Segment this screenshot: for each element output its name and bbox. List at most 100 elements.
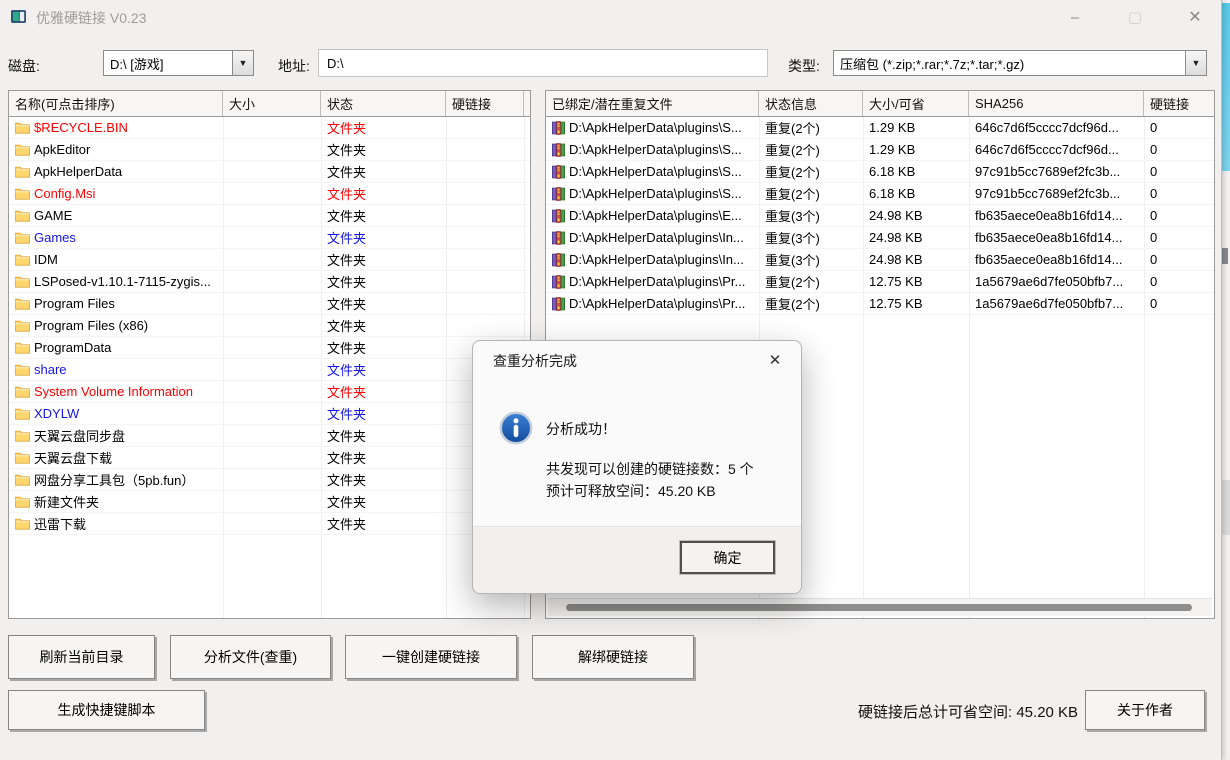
file-row[interactable]: 新建文件夹 文件夹 [9, 491, 530, 513]
generate-script-button[interactable]: 生成快捷键脚本 [8, 690, 205, 730]
file-name: 天翼云盘下载 [34, 448, 112, 467]
create-hardlinks-button[interactable]: 一键创建硬链接 [345, 635, 517, 679]
folder-icon [15, 143, 30, 156]
column-header-name[interactable]: 名称(可点击排序) [9, 91, 223, 116]
file-row[interactable]: GAME 文件夹 [9, 205, 530, 227]
file-list-header: 名称(可点击排序) 大小 状态 硬链接 [9, 91, 530, 117]
disk-select[interactable]: D:\ [游戏] ▼ [103, 50, 254, 76]
address-input[interactable]: D:\ [318, 49, 768, 77]
file-row[interactable]: 网盘分享工具包（5pb.fun） 文件夹 [9, 469, 530, 491]
dialog-close-icon[interactable]: ✕ [763, 348, 787, 372]
archive-icon [552, 275, 565, 289]
column-header-size[interactable]: 大小 [223, 91, 321, 116]
duplicate-row[interactable]: D:\ApkHelperData\plugins\Pr... 重复(2个) 12… [546, 293, 1214, 315]
folder-icon [15, 297, 30, 310]
column-header-status-info[interactable]: 状态信息 [759, 91, 863, 116]
file-row[interactable]: Games 文件夹 [9, 227, 530, 249]
file-status: 文件夹 [321, 382, 446, 401]
duplicate-path: D:\ApkHelperData\plugins\In... [569, 230, 744, 245]
column-header-size-savable[interactable]: 大小/可省 [863, 91, 969, 116]
analyze-files-button[interactable]: 分析文件(查重) [170, 635, 331, 679]
duplicate-row[interactable]: D:\ApkHelperData\plugins\S... 重复(2个) 6.1… [546, 183, 1214, 205]
file-row[interactable]: 天翼云盘下载 文件夹 [9, 447, 530, 469]
file-row[interactable]: 迅雷下载 文件夹 [9, 513, 530, 535]
duplicate-sha256: 97c91b5cc7689ef2fc3b... [969, 186, 1144, 201]
dialog-ok-button[interactable]: 确定 [680, 541, 775, 574]
type-select[interactable]: 压缩包 (*.zip;*.rar;*.7z;*.tar;*.gz) ▼ [833, 50, 1207, 76]
duplicate-row[interactable]: D:\ApkHelperData\plugins\Pr... 重复(2个) 12… [546, 271, 1214, 293]
savable-space-summary: 硬链接后总计可省空间: 45.20 KB [858, 701, 1078, 722]
duplicate-row[interactable]: D:\ApkHelperData\plugins\In... 重复(3个) 24… [546, 249, 1214, 271]
column-header-path[interactable]: 已绑定/潜在重复文件 [546, 91, 759, 116]
file-row[interactable]: Config.Msi 文件夹 [9, 183, 530, 205]
file-row[interactable]: 天翼云盘同步盘 文件夹 [9, 425, 530, 447]
duplicate-row[interactable]: D:\ApkHelperData\plugins\S... 重复(2个) 6.1… [546, 161, 1214, 183]
duplicate-row[interactable]: D:\ApkHelperData\plugins\In... 重复(3个) 24… [546, 227, 1214, 249]
column-header-status[interactable]: 状态 [321, 91, 446, 116]
maximize-button[interactable]: ▢ [1118, 4, 1152, 30]
duplicate-sha256: 646c7d6f5cccc7dcf96d... [969, 120, 1144, 135]
file-row[interactable]: share 文件夹 [9, 359, 530, 381]
duplicate-status: 重复(3个) [759, 250, 863, 269]
duplicate-sha256: 1a5679ae6d7fe050bfb7... [969, 274, 1144, 289]
duplicate-row[interactable]: D:\ApkHelperData\plugins\S... 重复(2个) 1.2… [546, 117, 1214, 139]
file-row[interactable]: ProgramData 文件夹 [9, 337, 530, 359]
file-name: Games [34, 230, 76, 245]
refresh-directory-button[interactable]: 刷新当前目录 [8, 635, 155, 679]
duplicate-links: 0 [1144, 274, 1214, 289]
duplicate-links: 0 [1144, 186, 1214, 201]
address-input-value: D:\ [327, 56, 344, 71]
archive-icon [552, 187, 565, 201]
duplicate-sha256: fb635aece0ea8b16fd14... [969, 208, 1144, 223]
folder-icon [15, 429, 30, 442]
archive-icon [552, 209, 565, 223]
file-row[interactable]: ApkEditor 文件夹 [9, 139, 530, 161]
file-row[interactable]: IDM 文件夹 [9, 249, 530, 271]
archive-icon [552, 297, 565, 311]
disk-select-value: D:\ [游戏] [104, 54, 232, 73]
duplicate-size: 12.75 KB [863, 274, 969, 289]
file-status: 文件夹 [321, 140, 446, 159]
duplicate-size: 24.98 KB [863, 208, 969, 223]
scrollbar-thumb[interactable] [566, 604, 1192, 611]
file-row[interactable]: Program Files (x86) 文件夹 [9, 315, 530, 337]
file-row[interactable]: $RECYCLE.BIN 文件夹 [9, 117, 530, 139]
close-button[interactable]: ✕ [1178, 4, 1212, 30]
address-label: 地址: [278, 56, 310, 76]
duplicate-status: 重复(2个) [759, 184, 863, 203]
column-header-links[interactable]: 硬链接 [1144, 91, 1214, 116]
file-status: 文件夹 [321, 184, 446, 203]
column-header-links[interactable]: 硬链接 [446, 91, 524, 116]
duplicate-size: 6.18 KB [863, 164, 969, 179]
file-name: Program Files [34, 296, 115, 311]
duplicate-sha256: 1a5679ae6d7fe050bfb7... [969, 296, 1144, 311]
file-row[interactable]: LSPosed-v1.10.1-7115-zygis... 文件夹 [9, 271, 530, 293]
folder-icon [15, 363, 30, 376]
minimize-button[interactable]: – [1058, 4, 1092, 30]
duplicate-links: 0 [1144, 252, 1214, 267]
duplicate-status: 重复(2个) [759, 162, 863, 181]
file-row[interactable]: Program Files 文件夹 [9, 293, 530, 315]
file-row[interactable]: XDYLW 文件夹 [9, 403, 530, 425]
duplicate-row[interactable]: D:\ApkHelperData\plugins\E... 重复(3个) 24.… [546, 205, 1214, 227]
file-name: ApkHelperData [34, 164, 122, 179]
horizontal-scrollbar[interactable] [548, 598, 1212, 616]
chevron-down-icon[interactable]: ▼ [232, 51, 253, 75]
dialog-message: 分析成功！ [546, 419, 616, 439]
file-status: 文件夹 [321, 514, 446, 533]
file-status: 文件夹 [321, 206, 446, 225]
chevron-down-icon[interactable]: ▼ [1185, 51, 1206, 75]
dialog-title: 查重分析完成 [493, 351, 577, 371]
archive-icon [552, 121, 565, 135]
archive-icon [552, 253, 565, 267]
duplicate-row[interactable]: D:\ApkHelperData\plugins\S... 重复(2个) 1.2… [546, 139, 1214, 161]
file-status: 文件夹 [321, 404, 446, 423]
duplicate-links: 0 [1144, 296, 1214, 311]
column-header-sha256[interactable]: SHA256 [969, 91, 1144, 116]
about-author-button[interactable]: 关于作者 [1085, 690, 1205, 730]
archive-icon [552, 165, 565, 179]
unbind-hardlinks-button[interactable]: 解绑硬链接 [532, 635, 694, 679]
file-list-panel: 名称(可点击排序) 大小 状态 硬链接 $RECYCLE.BIN 文件夹 [8, 90, 531, 619]
file-row[interactable]: ApkHelperData 文件夹 [9, 161, 530, 183]
file-row[interactable]: System Volume Information 文件夹 [9, 381, 530, 403]
